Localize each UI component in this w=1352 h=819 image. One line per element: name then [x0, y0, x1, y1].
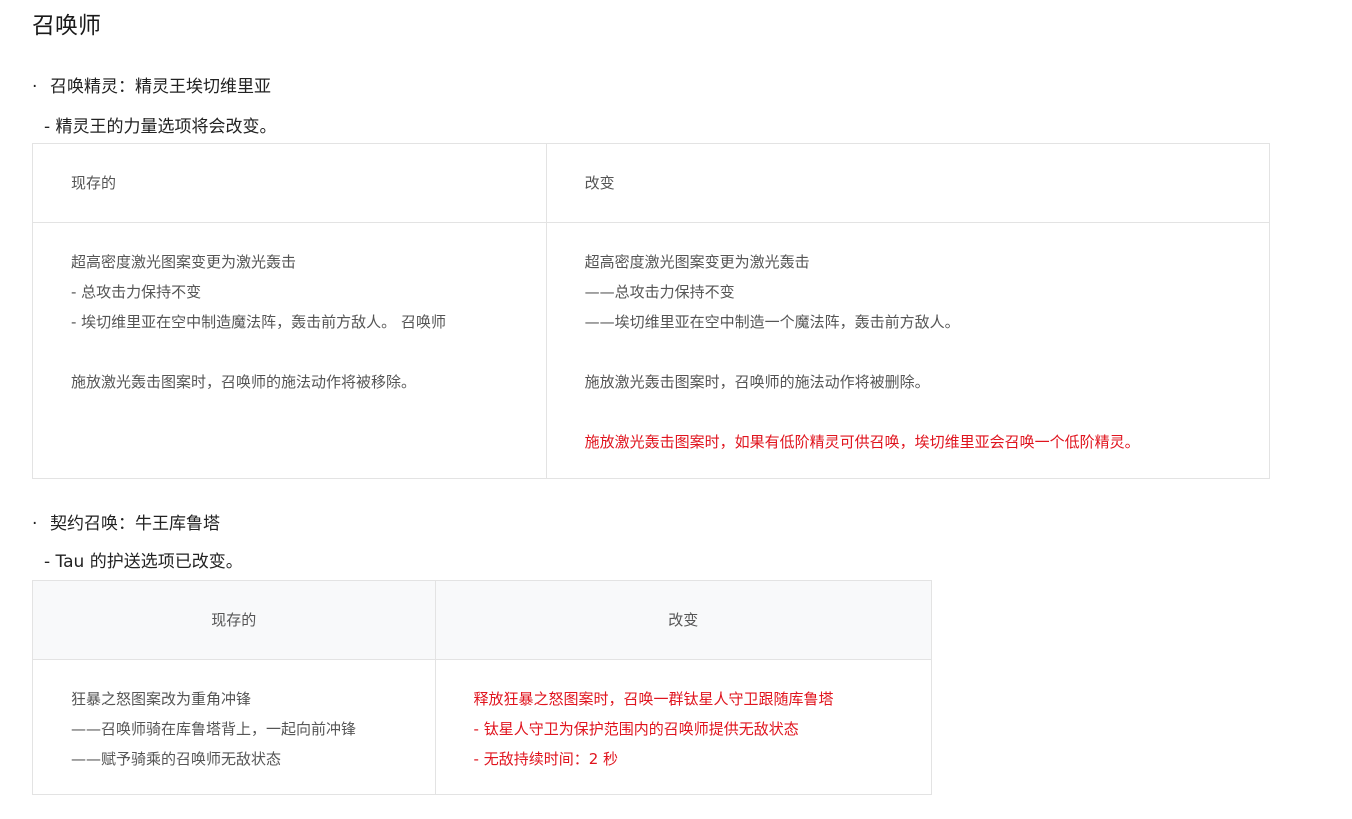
bullet-icon: ·	[32, 514, 38, 534]
current-line: - 总攻击力保持不变	[71, 283, 202, 301]
current-cell: 狂暴之怒图案改为重角冲锋 ——召唤师骑在库鲁塔背上，一起向前冲锋 ——赋予骑乘的…	[32, 659, 436, 795]
changed-highlight-line: 施放激光轰击图案时，如果有低阶精灵可供召唤，埃切维里亚会召唤一个低阶精灵。	[584, 433, 1140, 451]
column-header-changed: 改变	[545, 143, 1271, 223]
changed-cell: 释放狂暴之怒图案时，召唤一群钛星人守卫跟随库鲁塔 - 钛星人守卫为保护范围内的召…	[434, 659, 933, 795]
comparison-table-spirit: 现存的 改变 超高密度激光图案变更为激光轰击 - 总攻击力保持不变 - 埃切维里…	[32, 143, 1271, 479]
changed-line: 施放激光轰击图案时，召唤师的施法动作将被删除。	[584, 373, 930, 391]
changed-cell: 超高密度激光图案变更为激光轰击 ——总攻击力保持不变 ——埃切维里亚在空中制造一…	[545, 222, 1271, 479]
section-subheading-spirit: - 精灵王的力量选项将会改变。	[44, 117, 277, 137]
column-header-changed: 改变	[434, 580, 933, 660]
table-row: 狂暴之怒图案改为重角冲锋 ——召唤师骑在库鲁塔背上，一起向前冲锋 ——赋予骑乘的…	[32, 659, 933, 795]
table-header-row: 现存的 改变	[32, 143, 1271, 223]
section-heading-text: 召唤精灵：精灵王埃切维里亚	[50, 77, 271, 97]
current-line: ——赋予骑乘的召唤师无敌状态	[71, 750, 282, 768]
column-header-current: 现存的	[32, 580, 436, 660]
current-line: ——召唤师骑在库鲁塔背上，一起向前冲锋	[71, 720, 357, 738]
changed-highlight-line: - 钛星人守卫为保护范围内的召唤师提供无敌状态	[473, 720, 799, 738]
current-cell: 超高密度激光图案变更为激光轰击 - 总攻击力保持不变 - 埃切维里亚在空中制造魔…	[32, 222, 547, 479]
section-subheading-kurutha: - Tau 的护送选项已改变。	[44, 552, 243, 572]
section-heading-kurutha: · 契约召唤：牛王库鲁塔	[32, 512, 220, 536]
current-line: - 埃切维里亚在空中制造魔法阵，轰击前方敌人。 召唤师	[71, 313, 446, 331]
current-line: 施放激光轰击图案时，召唤师的施法动作将被移除。	[71, 373, 417, 391]
table-row: 超高密度激光图案变更为激光轰击 - 总攻击力保持不变 - 埃切维里亚在空中制造魔…	[32, 222, 1271, 479]
current-line: 狂暴之怒图案改为重角冲锋	[71, 690, 252, 708]
section-heading-spirit: · 召唤精灵：精灵王埃切维里亚	[32, 75, 271, 99]
comparison-table-kurutha: 现存的 改变 狂暴之怒图案改为重角冲锋 ——召唤师骑在库鲁塔背上，一起向前冲锋 …	[32, 580, 933, 795]
page-title: 召唤师	[32, 13, 101, 39]
table-header-row: 现存的 改变	[32, 580, 933, 660]
section-heading-text: 契约召唤：牛王库鲁塔	[50, 514, 220, 534]
changed-line: ——埃切维里亚在空中制造一个魔法阵，轰击前方敌人。	[584, 313, 960, 331]
current-line: 超高密度激光图案变更为激光轰击	[71, 253, 297, 271]
changed-line: 超高密度激光图案变更为激光轰击	[584, 253, 810, 271]
bullet-icon: ·	[32, 77, 38, 97]
column-header-current: 现存的	[32, 143, 547, 223]
changed-line: ——总攻击力保持不变	[584, 283, 735, 301]
changed-highlight-line: 释放狂暴之怒图案时，召唤一群钛星人守卫跟随库鲁塔	[473, 690, 834, 708]
changed-highlight-line: - 无敌持续时间：2 秒	[473, 750, 619, 768]
